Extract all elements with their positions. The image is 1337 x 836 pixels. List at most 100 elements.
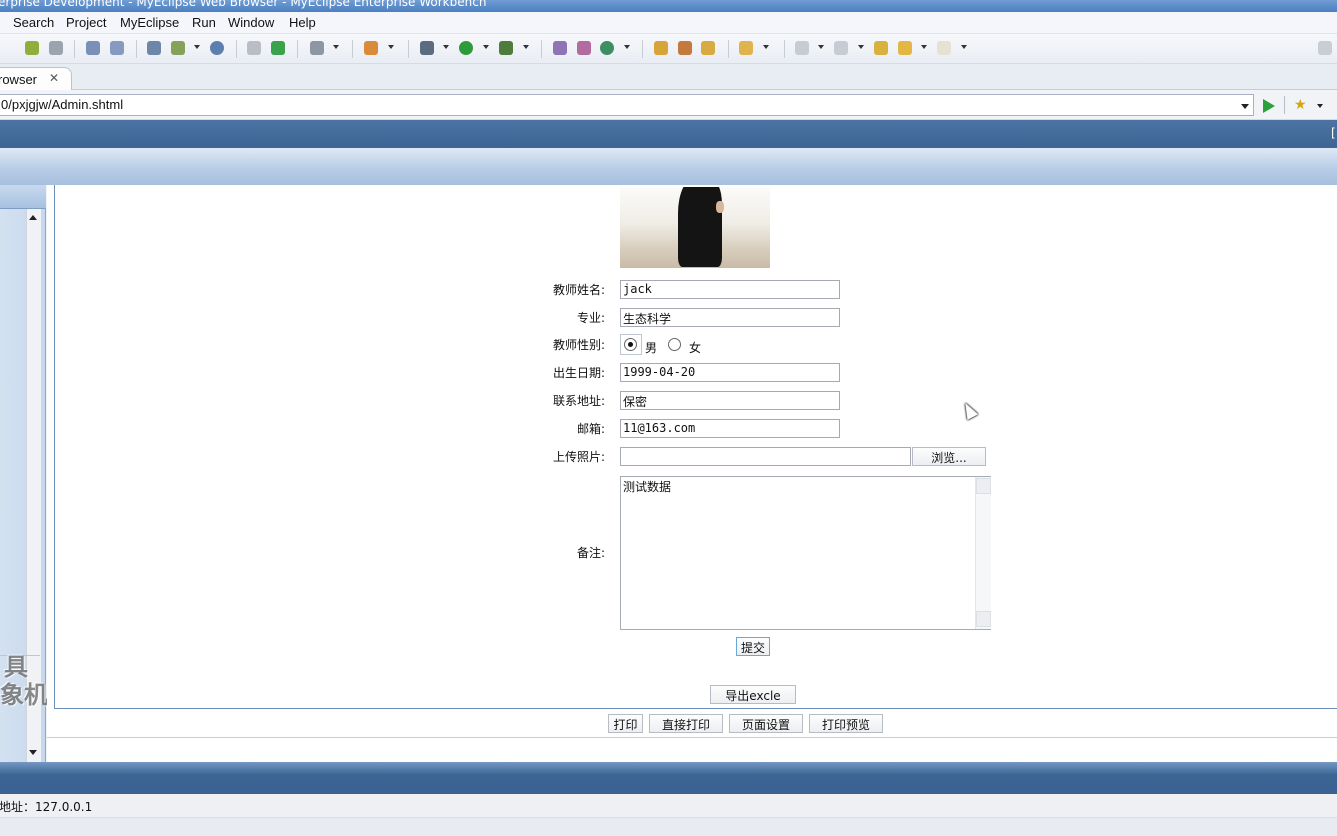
chevron-down-icon[interactable] <box>523 45 529 49</box>
remark-textarea[interactable]: 测试数据 <box>620 476 991 630</box>
menu-project[interactable]: Project <box>66 15 106 30</box>
go-icon[interactable] <box>1263 99 1275 113</box>
scroll-up-icon[interactable] <box>29 215 37 220</box>
name-label: 教师姓名: <box>552 283 605 297</box>
tab-web-browser[interactable]: rowser ✕ <box>0 67 72 90</box>
prev-annotation-icon[interactable] <box>834 41 848 55</box>
birth-input[interactable]: 1999-04-20 <box>620 363 840 382</box>
menu-search[interactable]: Search <box>13 15 54 30</box>
chevron-down-icon[interactable] <box>858 45 864 49</box>
new-class-icon[interactable] <box>600 41 614 55</box>
radio-male[interactable] <box>624 338 637 351</box>
toolbar-separator <box>784 40 785 58</box>
deploy-icon[interactable] <box>86 41 100 55</box>
menu-window[interactable]: Window <box>228 15 274 30</box>
folder-icon[interactable] <box>701 41 715 55</box>
female-label: 女 <box>689 341 702 355</box>
page-subheader-band <box>0 148 1337 185</box>
project-icon[interactable] <box>147 41 161 55</box>
direct-print-button[interactable]: 直接打印 <box>649 714 723 733</box>
globe-icon[interactable] <box>210 41 224 55</box>
print-icon[interactable] <box>247 41 261 55</box>
debug-icon[interactable] <box>420 41 434 55</box>
status-text: 地址：127.0.0.1 <box>0 800 93 814</box>
email-input[interactable]: 11@163.com <box>620 419 840 438</box>
address-input[interactable]: 保密 <box>620 391 840 410</box>
new-package-icon[interactable] <box>577 41 591 55</box>
search-folder-icon[interactable] <box>739 41 753 55</box>
watermark-line: 象机 <box>0 681 48 709</box>
major-label: 专业: <box>576 311 605 325</box>
chevron-down-icon[interactable] <box>443 45 449 49</box>
new-file-icon[interactable] <box>171 41 185 55</box>
toolbar-separator <box>642 40 643 58</box>
toolbar-separator <box>136 40 137 58</box>
remark-text: 测试数据 <box>623 480 672 494</box>
page-footer-band <box>0 762 1337 794</box>
photo-file-input[interactable] <box>620 447 911 466</box>
package-icon[interactable] <box>364 41 378 55</box>
add-icon[interactable] <box>271 41 285 55</box>
chevron-down-icon[interactable] <box>818 45 824 49</box>
new-project-icon[interactable] <box>553 41 567 55</box>
redeploy-icon[interactable] <box>110 41 124 55</box>
editor-tab-strip: rowser ✕ <box>0 64 1337 90</box>
textarea-scrollbar[interactable] <box>975 477 991 629</box>
toolbar <box>0 34 1337 64</box>
print-button[interactable]: 打印 <box>608 714 643 733</box>
scroll-up-icon[interactable] <box>976 478 991 494</box>
next-annotation-icon[interactable] <box>795 41 809 55</box>
chevron-down-icon[interactable] <box>961 45 967 49</box>
page-setup-button[interactable]: 页面设置 <box>729 714 803 733</box>
external-tools-icon[interactable] <box>499 41 513 55</box>
bottom-strip <box>0 818 1337 836</box>
open-type-icon[interactable] <box>654 41 668 55</box>
perspective-icon[interactable] <box>1318 41 1332 55</box>
address-bar: 0/pxjgjw/Admin.shtml ★ <box>0 90 1337 120</box>
chevron-down-icon[interactable] <box>1241 104 1249 109</box>
teacher-photo <box>620 187 770 268</box>
database-icon[interactable] <box>49 41 63 55</box>
scroll-down-icon[interactable] <box>976 611 991 627</box>
major-input[interactable]: 生态科学 <box>620 308 840 327</box>
window-title: erprise Development - MyEclipse Web Brow… <box>0 0 487 9</box>
last-edit-icon[interactable] <box>874 41 888 55</box>
chevron-down-icon[interactable] <box>624 45 630 49</box>
chevron-down-icon[interactable] <box>483 45 489 49</box>
camera-icon[interactable] <box>310 41 324 55</box>
chevron-down-icon[interactable] <box>1317 104 1323 108</box>
back-arrow-icon[interactable] <box>898 41 912 55</box>
toolbar-separator <box>74 40 75 58</box>
run-icon[interactable] <box>459 41 473 55</box>
email-label: 邮箱: <box>576 422 605 436</box>
browse-button[interactable]: 浏览... <box>912 447 986 466</box>
address-separator <box>1284 96 1285 114</box>
url-input[interactable]: 0/pxjgjw/Admin.shtml <box>0 94 1254 116</box>
mouse-cursor-icon <box>959 400 979 420</box>
export-excel-button[interactable]: 导出excle <box>710 685 796 704</box>
close-icon[interactable]: ✕ <box>49 71 59 85</box>
chevron-down-icon[interactable] <box>333 45 339 49</box>
chevron-down-icon[interactable] <box>763 45 769 49</box>
menu-myeclipse[interactable]: MyEclipse <box>120 15 179 30</box>
remark-label: 备注: <box>576 546 605 560</box>
star-icon[interactable]: ★ <box>1294 98 1307 112</box>
forward-arrow-icon[interactable] <box>937 41 951 55</box>
print-preview-button[interactable]: 打印预览 <box>809 714 883 733</box>
radio-female[interactable] <box>668 338 681 351</box>
chevron-down-icon[interactable] <box>194 45 200 49</box>
chevron-down-icon[interactable] <box>388 45 394 49</box>
submit-button[interactable]: 提交 <box>736 637 770 656</box>
scroll-down-icon[interactable] <box>29 750 37 755</box>
open-task-icon[interactable] <box>678 41 692 55</box>
content-area: 教师姓名: jack 专业: 生态科学 教师性别: 男 女 出生日期: 1999… <box>47 185 1337 762</box>
menu-run[interactable]: Run <box>192 15 216 30</box>
chevron-down-icon[interactable] <box>921 45 927 49</box>
watermark: 具 象机 <box>0 653 48 709</box>
toolbar-separator <box>728 40 729 58</box>
menu-bar: Search Project MyEclipse Run Window Help <box>0 12 1337 34</box>
menu-help[interactable]: Help <box>289 15 316 30</box>
toolbar-separator <box>297 40 298 58</box>
server-icon[interactable] <box>25 41 39 55</box>
name-input[interactable]: jack <box>620 280 840 299</box>
